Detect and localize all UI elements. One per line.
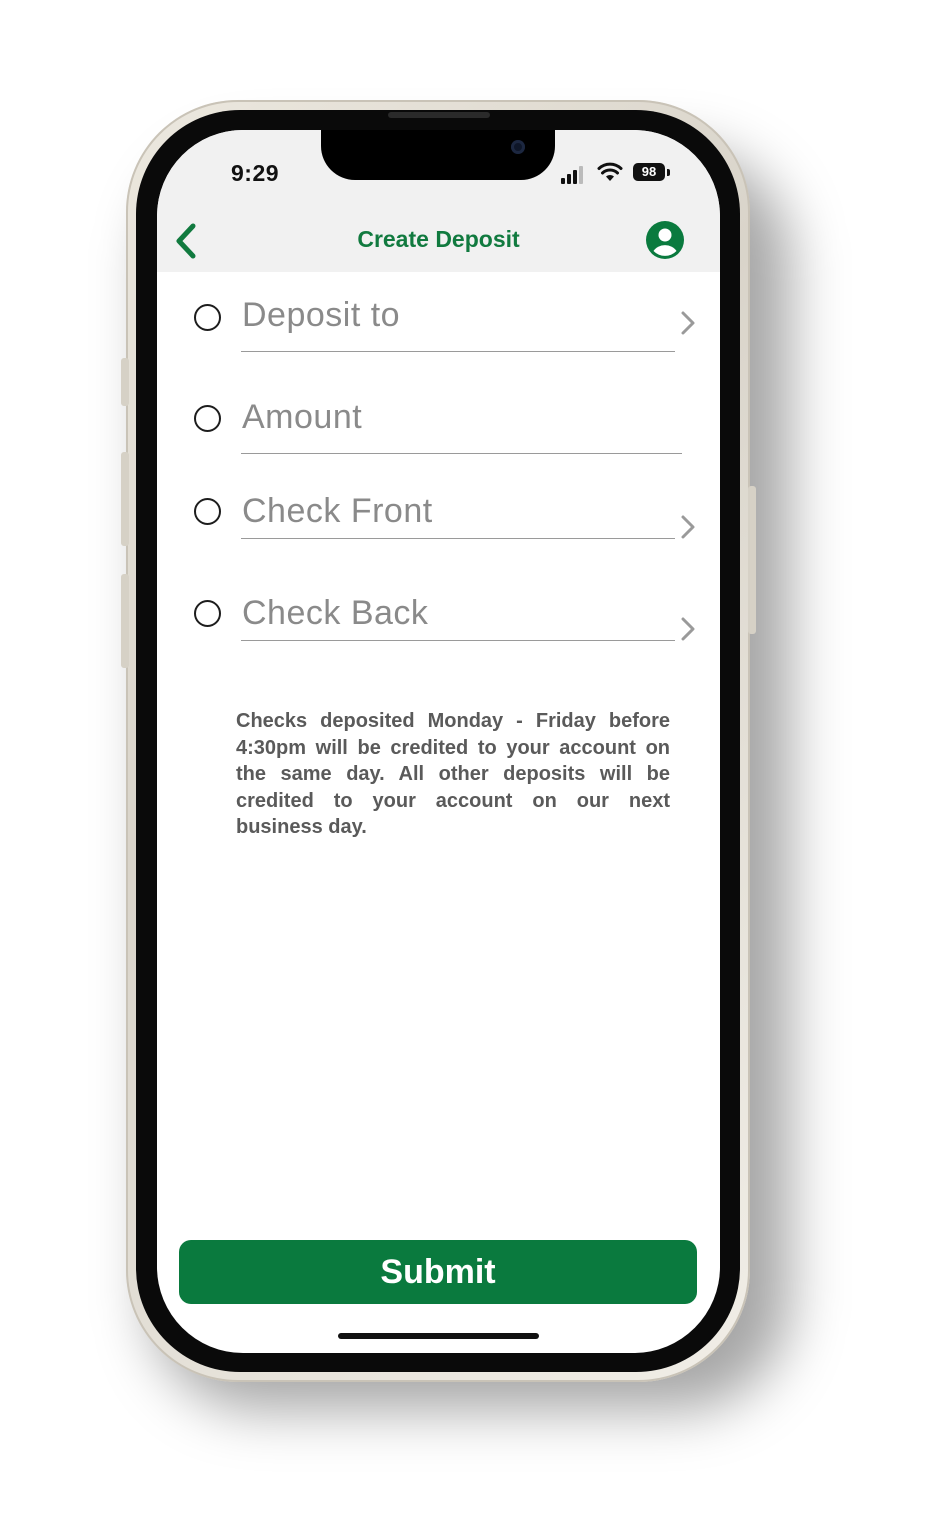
radio-unchecked-icon[interactable]: [194, 600, 221, 627]
row-divider: [241, 538, 675, 539]
front-camera: [511, 140, 525, 154]
notch: [321, 130, 555, 180]
deposit-to-row[interactable]: Deposit to: [193, 280, 698, 352]
mockup-stage: 9:29 98 Create Deposit Deposit to Amount…: [0, 0, 941, 1536]
row-divider: [241, 351, 675, 352]
status-time: 9:29: [231, 160, 280, 186]
row-divider: [241, 453, 682, 454]
user-circle-icon: [646, 221, 684, 259]
deposit-to-label: Deposit to: [242, 296, 401, 334]
submit-button[interactable]: Submit: [179, 1240, 697, 1304]
chevron-right-icon: [681, 311, 695, 335]
volume-down-button: [121, 574, 129, 668]
power-button: [748, 486, 756, 634]
check-front-row[interactable]: Check Front: [193, 476, 698, 546]
amount-label: Amount: [242, 398, 363, 436]
chevron-right-icon: [681, 617, 695, 641]
radio-unchecked-icon[interactable]: [194, 498, 221, 525]
check-back-row[interactable]: Check Back: [193, 578, 698, 648]
amount-row[interactable]: Amount: [193, 382, 698, 454]
radio-unchecked-icon[interactable]: [194, 405, 221, 432]
cellular-signal-icon: [561, 164, 587, 184]
app-screen: 9:29 98 Create Deposit Deposit to Amount…: [157, 130, 720, 1353]
check-front-label: Check Front: [242, 492, 433, 530]
wifi-icon: [597, 162, 623, 187]
battery-icon: 98: [633, 163, 665, 181]
check-back-label: Check Back: [242, 594, 429, 632]
radio-unchecked-icon[interactable]: [194, 304, 221, 331]
row-divider: [241, 640, 675, 641]
battery-cap: [667, 169, 670, 176]
home-indicator: [338, 1333, 539, 1339]
chevron-right-icon: [681, 515, 695, 539]
profile-button[interactable]: [645, 220, 685, 260]
mute-switch: [121, 358, 129, 406]
volume-up-button: [121, 452, 129, 546]
deposit-info-text: Checks deposited Monday - Friday before …: [236, 710, 670, 838]
page-title: Create Deposit: [357, 226, 520, 252]
earpiece-speaker: [388, 112, 490, 118]
